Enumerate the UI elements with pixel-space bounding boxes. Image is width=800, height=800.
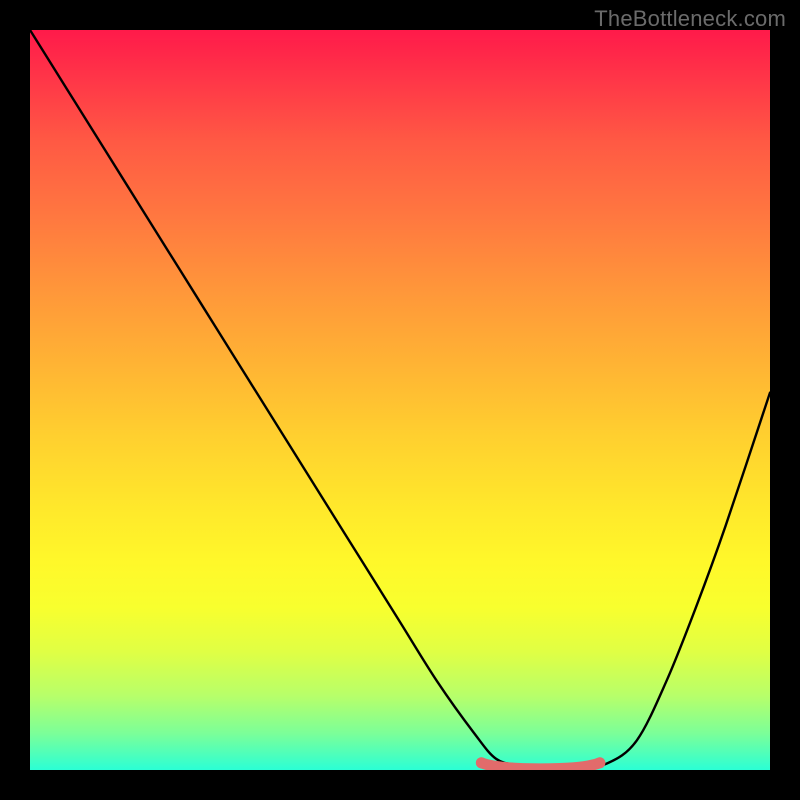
chart-frame: TheBottleneck.com <box>0 0 800 800</box>
watermark-text: TheBottleneck.com <box>594 6 786 32</box>
bottleneck-curve <box>30 30 770 770</box>
plot-area <box>30 30 770 770</box>
